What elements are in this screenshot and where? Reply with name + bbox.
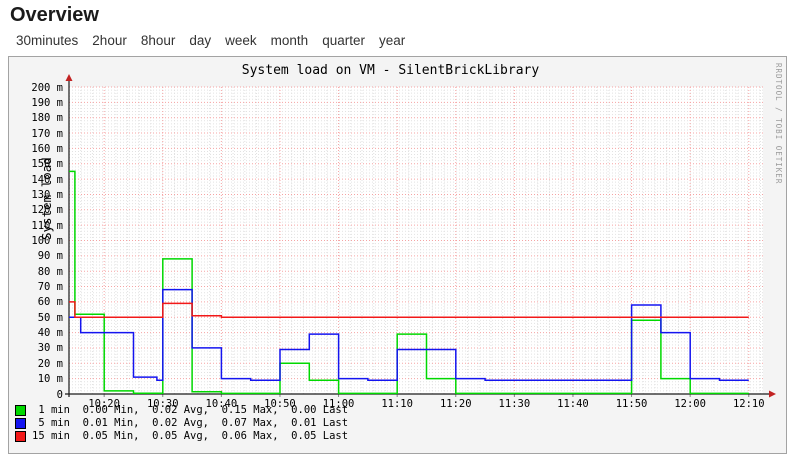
axis-arrow [66,74,73,81]
y-tick-label: 180 m [9,112,63,124]
legend-swatch [15,405,26,416]
y-tick-label: 20 m [9,358,63,370]
legend-text: 15 min 0.05 Min, 0.05 Avg, 0.06 Max, 0.0… [32,430,348,442]
y-tick-label: 60 m [9,296,63,308]
y-tick-label: 150 m [9,158,63,170]
y-tick-label: 130 m [9,189,63,201]
page-title: Overview [10,4,99,27]
y-tick-label: 190 m [9,97,63,109]
axis-arrow [769,391,776,398]
nav-link-year[interactable]: year [379,33,405,48]
time-range-nav: 30minutes 2hour 8hour dayweek month quarter ye… [16,33,419,48]
y-tick-label: 40 m [9,327,63,339]
plot-canvas [69,87,763,394]
x-tick-label: 12:00 [668,398,712,410]
y-tick-label: 90 m [9,250,63,262]
y-tick-label: 200 m [9,82,63,94]
y-tick-label: 160 m [9,143,63,155]
legend-swatch [15,418,26,429]
y-tick-label: 70 m [9,281,63,293]
load-graph: System load on VM - SilentBrickLibrary S… [8,56,787,454]
y-tick-label: 30 m [9,342,63,354]
x-tick-label: 12:10 [727,398,771,410]
y-tick-label: 120 m [9,204,63,216]
legend-swatch [15,431,26,442]
x-tick-label: 11:10 [375,398,419,410]
x-tick-label: 11:40 [551,398,595,410]
nav-link-2hour[interactable]: 2hour [92,33,127,48]
nav-link-30minutes[interactable]: 30minutes [16,33,78,48]
legend-text: 1 min 0.00 Min, 0.02 Avg, 0.15 Max, 0.00… [32,404,348,416]
y-tick-label: 100 m [9,235,63,247]
nav-link-week[interactable]: week [225,33,257,48]
y-tick-label: 110 m [9,220,63,232]
legend-row-15-min: 15 min 0.05 Min, 0.05 Avg, 0.06 Max, 0.0… [15,430,348,442]
nav-link-quarter[interactable]: quarter [322,33,365,48]
y-tick-label: 10 m [9,373,63,385]
x-tick-label: 11:50 [610,398,654,410]
x-tick-label: 11:30 [492,398,536,410]
nav-link-8hour[interactable]: 8hour [141,33,176,48]
y-tick-label: 80 m [9,266,63,278]
y-tick-label: 170 m [9,128,63,140]
y-tick-label: 50 m [9,312,63,324]
legend-text: 5 min 0.01 Min, 0.02 Avg, 0.07 Max, 0.01… [32,417,348,429]
y-tick-label: 140 m [9,174,63,186]
nav-link-day[interactable]: day [189,33,211,48]
nav-link-month[interactable]: month [271,33,309,48]
legend-row-5-min: 5 min 0.01 Min, 0.02 Avg, 0.07 Max, 0.01… [15,417,348,429]
x-tick-label: 11:20 [434,398,478,410]
y-tick-label: 0 [9,389,63,401]
legend-row-1-min: 1 min 0.00 Min, 0.02 Avg, 0.15 Max, 0.00… [15,404,348,416]
plot-area [9,57,786,453]
